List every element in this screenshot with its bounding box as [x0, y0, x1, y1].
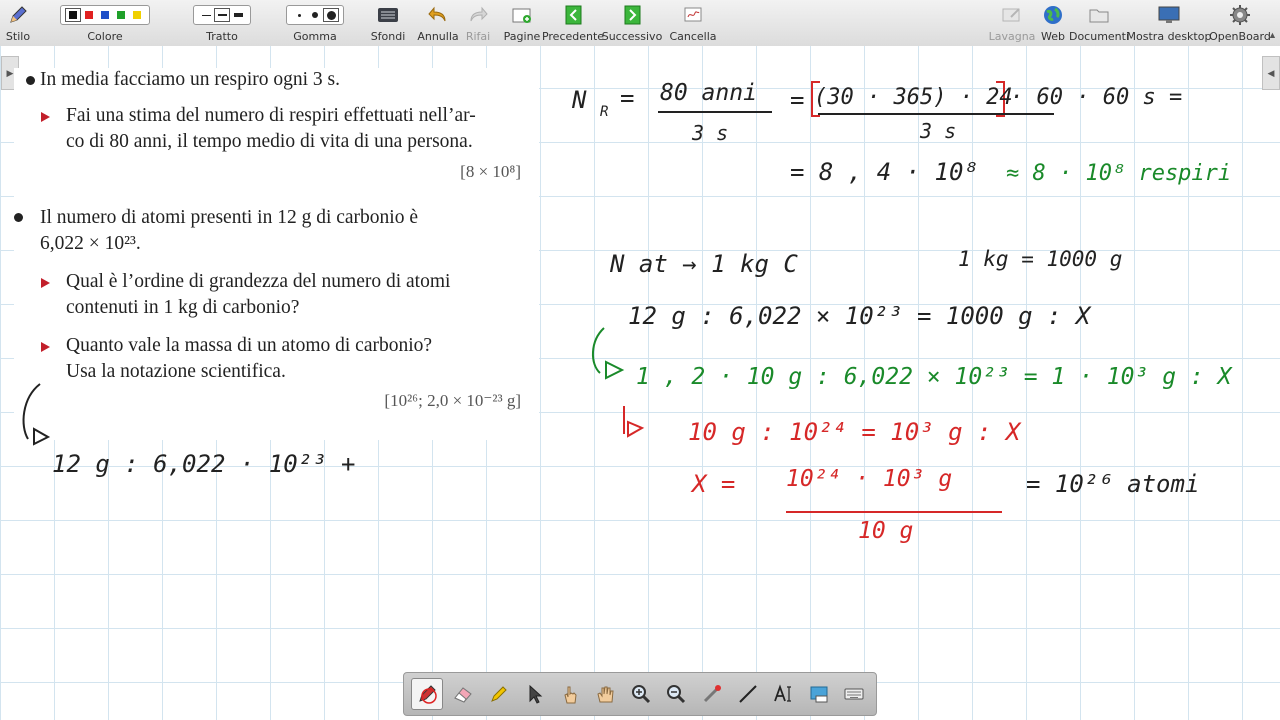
previous-page-icon	[562, 2, 584, 28]
laser-pointer-button[interactable]	[697, 679, 727, 709]
color-selector[interactable]: Colore	[42, 2, 168, 44]
select-tool-button[interactable]	[519, 679, 549, 709]
ink-proportion: 12 g : 6,022 × 10²³ = 1000 g : X	[628, 302, 1092, 330]
virtual-keyboard-button[interactable]	[839, 679, 869, 709]
stroke-medium[interactable]	[214, 8, 230, 22]
zoom-out-icon	[667, 685, 686, 704]
undo-button[interactable]: Annulla	[416, 2, 460, 44]
color-yellow[interactable]	[130, 9, 144, 21]
ink-seconds: · 60 · 60 s =	[1010, 85, 1182, 110]
next-page-button[interactable]: Successivo	[602, 2, 662, 44]
ink-arrow-head	[33, 427, 51, 446]
backgrounds-button[interactable]: Sfondi	[368, 2, 408, 44]
zoom-out-button[interactable]	[661, 679, 691, 709]
ink-red-proportion: 10 g : 10²⁴ = 10³ g : X	[688, 418, 1022, 446]
stroke-group	[193, 5, 251, 25]
ink-x-equals: X =	[690, 470, 735, 498]
next-page-icon	[621, 2, 643, 28]
hand-pointer-icon	[564, 686, 577, 704]
openboard-menu-button[interactable]: OpenBoard	[1209, 2, 1271, 44]
ink-3s-2: 3 s	[919, 119, 956, 143]
ink-80-anni: 80 anni	[660, 80, 757, 106]
eraser-group	[286, 5, 344, 25]
grid-background-icon	[377, 2, 399, 28]
clear-page-icon	[682, 2, 704, 28]
ink-green-arrow	[592, 327, 605, 374]
globe-icon	[1042, 2, 1064, 28]
ink-x-numerator: 10²⁴ · 10³ g	[786, 466, 952, 492]
text-tool-button[interactable]	[768, 679, 798, 709]
ink-final-result: = 10²⁶ atomi	[1026, 470, 1199, 498]
undo-icon	[427, 2, 449, 28]
ink-red-arrow-head	[627, 420, 645, 438]
ink-result: = 8 , 4 · 10⁸	[790, 158, 978, 186]
board-icon	[1001, 2, 1023, 28]
tool-palette	[403, 672, 877, 716]
ink-3s: 3 s	[691, 121, 728, 145]
board-button[interactable]: Lavagna	[989, 2, 1035, 44]
documents-button[interactable]: Documenti	[1069, 2, 1129, 44]
eraser-large[interactable]	[323, 8, 339, 22]
ink-eq1: =	[620, 84, 634, 112]
ink-left-equation: 12 g : 6,022 · 10²³ +	[52, 450, 355, 478]
capture-tool-button[interactable]	[804, 679, 834, 709]
redo-button[interactable]: Rifai	[462, 2, 494, 44]
stroke-thick[interactable]	[231, 9, 245, 21]
clear-page-button[interactable]: Cancella	[669, 2, 717, 44]
ink-eq2: =	[790, 86, 804, 114]
hand-icon	[597, 686, 614, 703]
color-blue[interactable]	[98, 9, 112, 21]
laser-pointer-icon	[703, 685, 722, 703]
ink-layer: 12 g : 6,022 · 10²³ + N R = 80 anni 3 s …	[22, 80, 1234, 544]
eraser-size-selector[interactable]: Gomma	[276, 2, 354, 44]
chevron-up-icon[interactable]: ▲	[1268, 30, 1277, 40]
interact-tool-button[interactable]	[555, 679, 585, 709]
eraser-medium[interactable]	[308, 9, 322, 21]
color-group	[60, 5, 150, 25]
stroke-selector[interactable]: Tratto	[184, 2, 260, 44]
zoom-in-button[interactable]	[626, 679, 656, 709]
screen-capture-icon	[810, 686, 828, 703]
monitor-icon	[1157, 2, 1181, 28]
zoom-in-icon	[631, 685, 651, 704]
ink-nr: N	[571, 86, 587, 114]
stylus-icon	[7, 2, 29, 28]
ink-result-green: ≈ 8 · 10⁸ respiri	[1006, 161, 1231, 186]
line-icon	[738, 685, 757, 703]
show-desktop-button[interactable]: Mostra desktop	[1127, 2, 1211, 44]
folder-icon	[1088, 2, 1110, 28]
pointer-arrow-icon	[529, 684, 543, 704]
pen-icon	[418, 685, 437, 704]
keyboard-icon	[844, 688, 864, 700]
pen-tool-button[interactable]	[410, 678, 443, 710]
pages-button[interactable]: Pagine	[503, 2, 541, 44]
ink-green-arrow-head	[605, 360, 625, 380]
gear-icon	[1229, 2, 1251, 28]
ink-nat-kg: N at → 1 kg C	[609, 250, 798, 278]
web-button[interactable]: Web	[1038, 2, 1068, 44]
ink-kg-g: 1 kg = 1000 g	[958, 247, 1122, 271]
previous-page-button[interactable]: Precedente	[542, 2, 604, 44]
stroke-thin[interactable]	[199, 9, 213, 21]
ink-x-denominator: 10 g	[858, 518, 913, 544]
highlighter-tool-button[interactable]	[484, 679, 514, 709]
eraser-tool-button[interactable]	[448, 679, 478, 709]
ink-nr-sub: R	[600, 104, 608, 120]
ink-days-hours: (30 · 365) · 24	[814, 85, 1013, 110]
highlighter-icon	[490, 686, 507, 702]
line-tool-button[interactable]	[733, 679, 763, 709]
pan-tool-button[interactable]	[590, 679, 620, 709]
text-icon	[774, 684, 792, 702]
add-page-icon	[511, 2, 533, 28]
color-green[interactable]	[114, 9, 128, 21]
color-red[interactable]	[82, 9, 96, 21]
stylus-button[interactable]: Stilo	[4, 2, 32, 44]
eraser-icon	[454, 687, 473, 703]
ink-green-proportion: 1 , 2 · 10 g : 6,022 × 10²³ = 1 · 10³ g …	[636, 364, 1234, 390]
eraser-small[interactable]	[292, 9, 306, 21]
color-black[interactable]	[65, 8, 81, 22]
top-toolbar: Stilo Colore Tratto Gomma Sfondi Annulla…	[0, 0, 1280, 47]
redo-icon	[467, 2, 489, 28]
whiteboard-canvas[interactable]: ▶ ◀ In media facciamo un respiro ogni 3 …	[0, 46, 1280, 720]
